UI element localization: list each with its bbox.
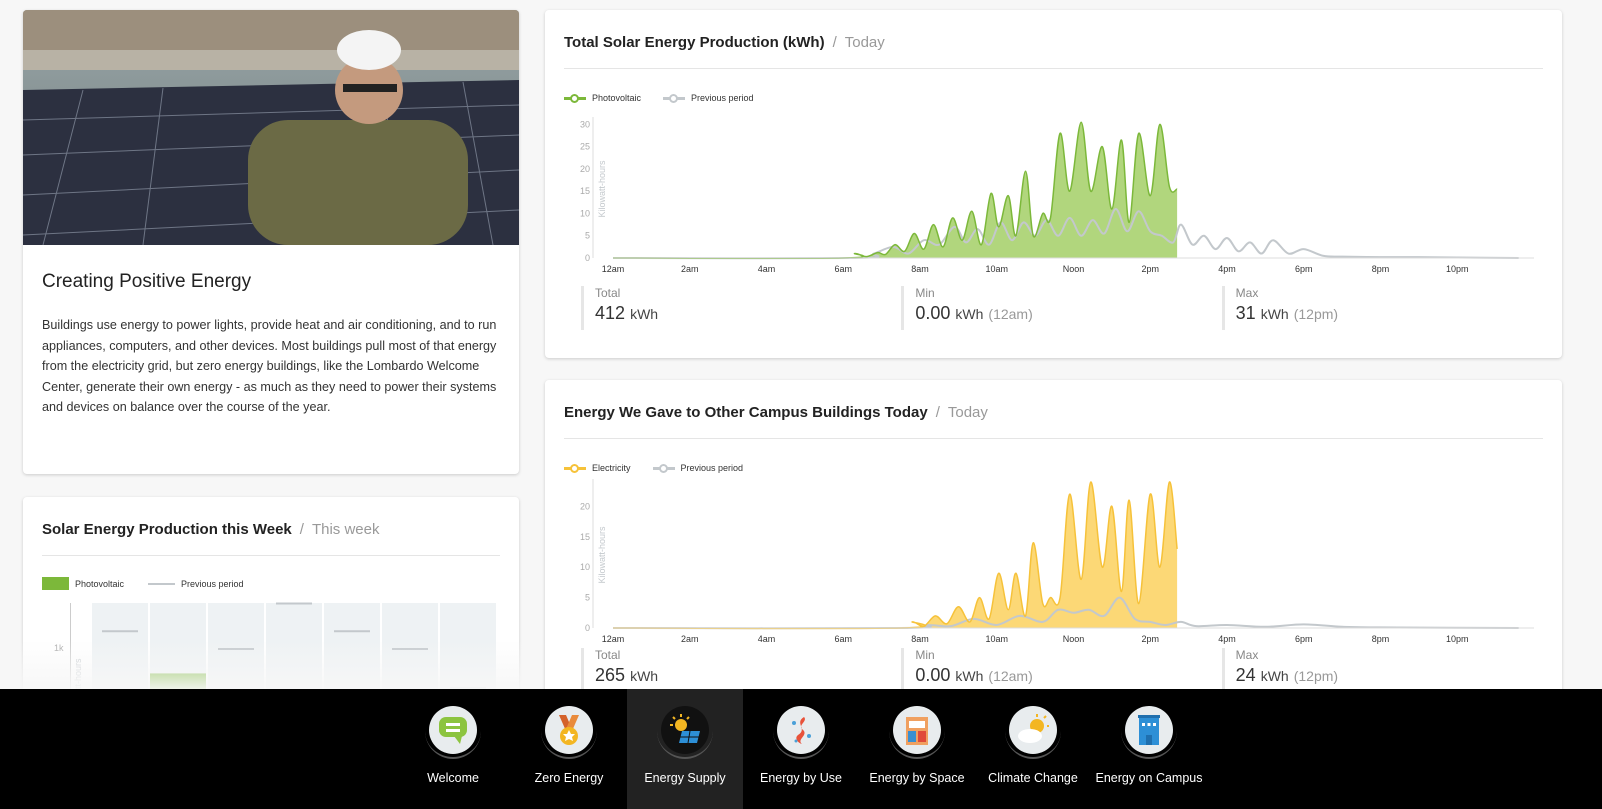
x-tick: Noon	[1063, 264, 1085, 274]
bottom-nav: Welcome Zero Energy Energy Supply Energy by…	[0, 689, 1602, 809]
x-tick: 8am	[911, 264, 929, 274]
stats-row: Total 412 kWh Min 0.00 kWh (12am) Max 31 kW…	[581, 286, 1542, 330]
x-tick: 4am	[758, 634, 776, 644]
nav-label: Energy by Use	[760, 771, 842, 785]
x-tick: 10pm	[1446, 634, 1469, 644]
x-tick: 2pm	[1141, 264, 1159, 274]
y-tick: 30	[580, 119, 590, 129]
nav-label: Climate Change	[988, 771, 1078, 785]
sun-cloud-icon	[1009, 706, 1057, 754]
series-area-electricity	[613, 481, 1178, 629]
x-tick: 12am	[602, 634, 625, 644]
solar-area-chart: Kilowatt-hours 0 5 10 15 20 25 30 12am 2am 4am 6am 8…	[580, 117, 1534, 274]
energy-given-area-chart: Kilowatt-hours 0 5 10 15 20 12am 2am 4am 6am 8am 10…	[580, 479, 1534, 644]
x-tick: 4am	[758, 264, 776, 274]
x-tick: 6am	[834, 264, 852, 274]
nav-label: Welcome	[427, 771, 479, 785]
flame-icon	[777, 706, 825, 754]
building-rooms-icon	[893, 706, 941, 754]
x-tick: 2am	[681, 634, 699, 644]
energy-given-card: Energy We Gave to Other Campus Buildings…	[545, 380, 1562, 740]
x-tick: 6pm	[1295, 264, 1313, 274]
y-tick: 0	[585, 623, 590, 633]
y-tick: 15	[580, 532, 590, 542]
x-tick: 8pm	[1372, 634, 1390, 644]
medal-icon	[545, 706, 593, 754]
x-tick: 6pm	[1295, 634, 1313, 644]
nav-energy-by-space[interactable]: Energy by Space	[859, 689, 975, 809]
nav-energy-on-campus[interactable]: Energy on Campus	[1091, 689, 1207, 809]
y-tick: 20	[580, 501, 590, 511]
nav-energy-by-use[interactable]: Energy by Use	[743, 689, 859, 809]
speech-bubble-icon	[429, 706, 477, 754]
y-tick: 5	[585, 593, 590, 603]
y-axis-label: Kilowatt-hours	[597, 160, 607, 218]
x-tick: Noon	[1063, 634, 1085, 644]
nav-label: Zero Energy	[534, 771, 604, 785]
story-title: Creating Positive Energy	[42, 271, 252, 292]
x-tick: 10am	[985, 634, 1008, 644]
x-tick: 12am	[602, 264, 625, 274]
nav-welcome[interactable]: Welcome	[395, 689, 511, 809]
solar-panel-icon	[661, 706, 709, 754]
x-tick: 2pm	[1141, 634, 1159, 644]
y-tick: 10	[580, 208, 590, 218]
x-tick: 10pm	[1446, 264, 1469, 274]
campus-building-icon	[1125, 706, 1173, 754]
y-tick: 25	[580, 142, 590, 152]
stats-row: Total 265 kWh Min 0.00 kWh (12am) Max 24 kW…	[581, 648, 1542, 692]
x-tick: 10am	[985, 264, 1008, 274]
x-tick: 8am	[911, 634, 929, 644]
nav-energy-supply[interactable]: Energy Supply	[627, 689, 743, 809]
story-card: Creating Positive Energy Buildings use e…	[23, 10, 519, 474]
x-tick: 4pm	[1218, 264, 1236, 274]
y-tick: 10	[580, 562, 590, 572]
nav-zero-energy[interactable]: Zero Energy	[511, 689, 627, 809]
x-tick: 6am	[834, 634, 852, 644]
x-tick: 8pm	[1372, 264, 1390, 274]
solar-production-card: Total Solar Energy Production (kWh) / Toda…	[545, 10, 1562, 358]
nav-label: Energy on Campus	[1095, 771, 1203, 785]
y-tick: 20	[580, 164, 590, 174]
solar-array-photo	[23, 10, 519, 245]
nav-climate-change[interactable]: Climate Change	[975, 689, 1091, 809]
y-tick: 5	[585, 231, 590, 241]
x-tick: 4pm	[1218, 634, 1236, 644]
x-tick: 2am	[681, 264, 699, 274]
y-axis-label: Kilowatt-hours	[597, 526, 607, 584]
story-body: Buildings use energy to power lights, pr…	[42, 318, 497, 415]
nav-label: Energy Supply	[644, 771, 726, 785]
y-tick: 0	[585, 253, 590, 263]
nav-label: Energy by Space	[869, 771, 965, 785]
y-tick: 15	[580, 186, 590, 196]
